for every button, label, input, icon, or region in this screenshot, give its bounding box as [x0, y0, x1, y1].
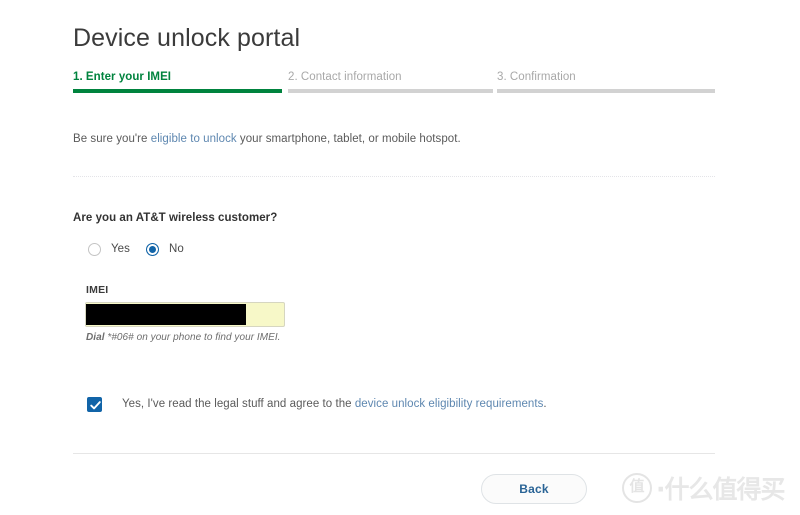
step-contact-information-label: 2. Contact information [288, 71, 402, 83]
divider-top [73, 176, 715, 178]
legal-consent-checkbox[interactable] [87, 396, 102, 412]
legal-consent-row[interactable]: Yes, I've read the legal stuff and agree… [87, 395, 547, 413]
radio-yes-indicator-icon [88, 242, 101, 256]
step-contact-information-bar [288, 89, 493, 93]
radio-option-yes[interactable]: Yes [88, 240, 130, 258]
page-title: Device unlock portal [73, 24, 301, 52]
step-enter-imei[interactable]: 1. Enter your IMEI [73, 70, 282, 93]
progress-stepper: 1. Enter your IMEI 2. Contact informatio… [73, 70, 715, 98]
eligible-to-unlock-link[interactable]: eligible to unlock [151, 133, 237, 145]
radio-no-label: No [169, 243, 184, 255]
imei-input[interactable] [85, 302, 285, 327]
device-unlock-eligibility-requirements-link[interactable]: device unlock eligibility requirements [355, 398, 544, 410]
page-root: Device unlock portal 1. Enter your IMEI … [0, 0, 800, 515]
imei-hint-text: Dial *#06# on your phone to find your IM… [86, 332, 281, 343]
smzdm-watermark: 值 ·什么值得买 [622, 470, 785, 506]
back-button[interactable]: Back [481, 474, 587, 504]
step-enter-imei-label: 1. Enter your IMEI [73, 71, 172, 83]
eligibility-notice-suffix: your smartphone, tablet, or mobile hotsp… [236, 133, 461, 145]
wireless-customer-question: Are you an AT&T wireless customer? [73, 212, 278, 224]
watermark-badge-icon: 值 [622, 473, 652, 503]
divider-bottom [73, 453, 715, 454]
eligibility-notice: Be sure you're eligible to unlock your s… [73, 133, 461, 145]
step-confirmation-label: 3. Confirmation [497, 71, 576, 83]
radio-yes-label: Yes [111, 243, 130, 255]
radio-option-no[interactable]: No [146, 240, 184, 258]
legal-consent-prefix: Yes, I've read the legal stuff and agree… [122, 398, 355, 410]
imei-hint-emphasis: Dial [86, 332, 105, 343]
legal-consent-text: Yes, I've read the legal stuff and agree… [122, 398, 547, 410]
imei-field-label: IMEI [86, 284, 109, 296]
legal-consent-suffix: . [543, 398, 547, 410]
imei-hint-rest: *#06# on your phone to find your IMEI. [104, 332, 281, 343]
imei-field-wrapper [85, 302, 285, 327]
radio-no-indicator-icon [146, 242, 159, 256]
step-confirmation[interactable]: 3. Confirmation [497, 70, 715, 93]
step-contact-information[interactable]: 2. Contact information [288, 70, 493, 93]
eligibility-notice-prefix: Be sure you're [73, 133, 151, 145]
step-confirmation-bar [497, 89, 715, 93]
watermark-text: ·什么值得买 [656, 475, 785, 504]
checkmark-icon [90, 400, 101, 409]
step-enter-imei-bar [73, 89, 282, 93]
